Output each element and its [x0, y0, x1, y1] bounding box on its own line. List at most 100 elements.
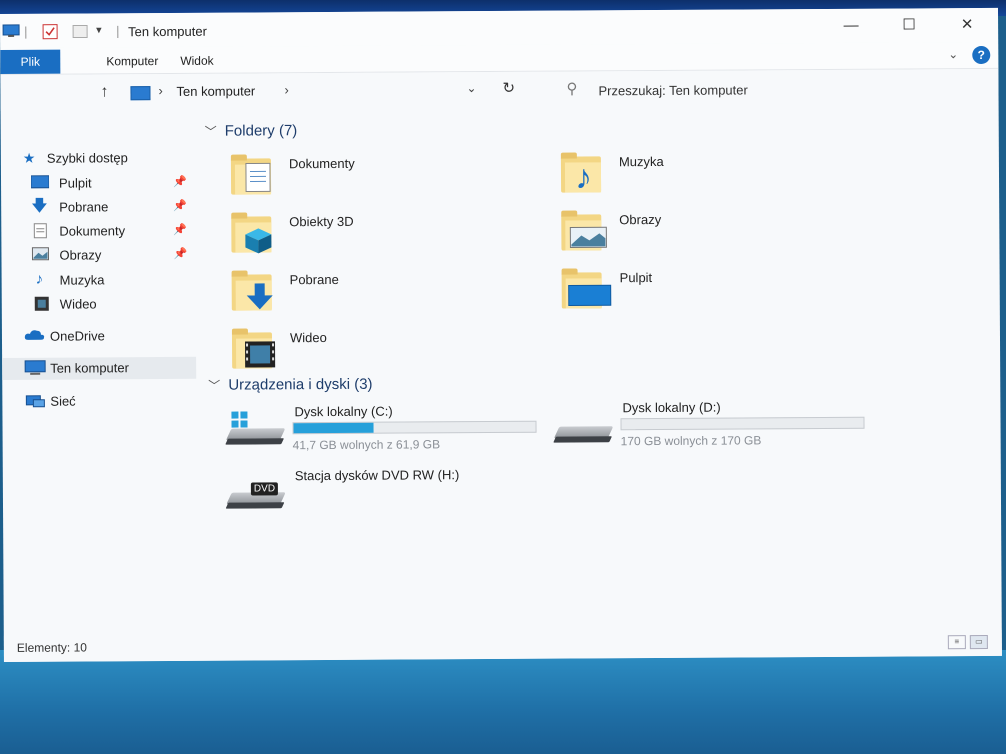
drive-usage-bar — [620, 416, 865, 431]
tab-view[interactable]: Widok — [180, 49, 213, 73]
folder-tile-pictures[interactable]: Obrazy — [561, 207, 861, 261]
drive-tile-dvd[interactable]: DVD Stacja dysków DVD RW (H:) — [225, 467, 559, 525]
desktop-folder-icon — [561, 268, 612, 309]
folder-tile-desktop[interactable]: Pulpit — [561, 265, 862, 319]
folder-label: Muzyka — [618, 153, 664, 170]
expand-ribbon-icon[interactable]: ⌄ — [948, 47, 958, 61]
large-icons-view-icon[interactable]: ▭ — [969, 634, 988, 650]
folder-tile-videos[interactable]: Wideo — [231, 325, 532, 379]
folders-section-header[interactable]: ﹀ Foldery (7) — [205, 122, 298, 140]
sidebar-item-documents[interactable]: Dokumenty 📌 — [1, 220, 195, 243]
music-folder-icon: ♪ — [560, 152, 603, 196]
pin-icon[interactable]: 📌 — [173, 199, 187, 212]
close-button[interactable]: ✕ — [944, 12, 990, 38]
hard-drive-icon — [553, 414, 614, 443]
drive-tile-d[interactable]: Dysk lokalny (D:) 170 GB wolnych z 170 G… — [553, 399, 886, 457]
up-arrow-icon[interactable]: ↑ — [100, 83, 108, 101]
drive-tile-c[interactable]: Dysk lokalny (C:) 41,7 GB wolnych z 61,9… — [225, 403, 558, 461]
music-icon: ♪ — [35, 270, 44, 288]
folder-tile-documents[interactable]: Dokumenty — [230, 151, 531, 205]
section-title: Urządzenia i dyski (3) — [228, 375, 373, 394]
drive-free-space: 170 GB wolnych z 170 GB — [620, 433, 762, 449]
drive-name: Stacja dysków DVD RW (H:) — [294, 467, 460, 484]
drive-usage-bar — [292, 420, 537, 435]
desktop-background — [0, 650, 1006, 754]
star-icon: ★ — [22, 149, 36, 166]
separator-icon: | — [24, 23, 28, 39]
properties-icon[interactable] — [42, 24, 58, 43]
chevron-down-icon: ﹀ — [204, 124, 217, 139]
minimize-button[interactable]: — — [828, 13, 874, 39]
system-drive-icon — [225, 411, 286, 445]
sidebar-item-desktop[interactable]: Pulpit 📌 — [1, 172, 195, 195]
folder-tile-3d-objects[interactable]: Obiekty 3D — [231, 209, 531, 263]
sidebar-item-label: Pulpit — [58, 175, 92, 191]
breadcrumb-chevron-icon[interactable]: › — [284, 82, 288, 97]
help-button[interactable]: ? — [972, 45, 991, 65]
desktop-icon — [30, 175, 50, 191]
videos-folder-icon — [231, 328, 276, 369]
file-explorer-window: | ▾ | Ten komputer — ☐ ✕ Plik Komputer W… — [0, 7, 1002, 662]
new-folder-icon[interactable] — [72, 23, 88, 42]
navigation-pane: ★ Szybki dostęp Pulpit 📌 🡇 Pobrane 📌 Dok… — [1, 131, 200, 632]
picture-icon — [31, 247, 50, 263]
sidebar-item-label: Wideo — [59, 296, 97, 312]
sidebar-item-downloads[interactable]: 🡇 Pobrane 📌 — [1, 196, 195, 219]
sidebar-item-label: Muzyka — [59, 272, 105, 288]
sidebar-item-videos[interactable]: Wideo — [2, 293, 196, 316]
devices-section-header[interactable]: ﹀ Urządzenia i dyski (3) — [208, 376, 372, 394]
sidebar-item-label: Pobrane — [59, 199, 109, 215]
computer-icon — [130, 86, 151, 101]
sidebar-item-label: Dokumenty — [59, 223, 126, 239]
tab-file[interactable]: Plik — [0, 49, 61, 74]
network-icon — [24, 393, 45, 409]
computer-icon — [24, 360, 46, 376]
sidebar-item-pictures[interactable]: Obrazy 📌 — [1, 244, 195, 267]
pin-icon[interactable]: 📌 — [173, 175, 187, 188]
folder-label: Obiekty 3D — [289, 213, 354, 230]
sidebar-item-label: OneDrive — [49, 328, 105, 344]
video-icon — [34, 296, 52, 312]
drive-name: Dysk lokalny (D:) — [622, 399, 721, 416]
sidebar-item-music[interactable]: ♪ Muzyka — [2, 269, 196, 292]
sidebar-item-quick-access[interactable]: ★ Szybki dostęp — [1, 147, 195, 170]
sidebar-item-network[interactable]: Sieć — [2, 390, 196, 413]
section-title: Foldery (7) — [224, 122, 298, 140]
sidebar-item-label: Szybki dostęp — [46, 150, 128, 166]
downloads-folder-icon — [231, 270, 274, 311]
dvd-drive-icon: DVD — [225, 480, 286, 509]
drive-usage-fill — [293, 422, 374, 434]
search-icon: ⚲ — [566, 80, 578, 98]
sidebar-item-this-pc[interactable]: Ten komputer — [2, 356, 197, 380]
sidebar-item-onedrive[interactable]: OneDrive — [2, 325, 196, 348]
folder-label: Wideo — [289, 330, 327, 346]
item-count: Elementy: 10 — [16, 640, 87, 655]
breadcrumb-chevron-icon[interactable]: › — [158, 83, 162, 98]
window-title: Ten komputer — [128, 23, 207, 40]
pictures-folder-icon — [561, 210, 607, 251]
cloud-icon — [24, 328, 45, 344]
address-dropdown-icon[interactable]: ⌄ — [466, 81, 476, 95]
search-input[interactable] — [596, 77, 981, 102]
folder-tile-music[interactable]: ♪ Muzyka — [560, 149, 861, 203]
breadcrumb[interactable]: Ten komputer — [176, 83, 255, 98]
address-bar: ↑ › Ten komputer › ⌄ ↻ ⚲ — [0, 68, 999, 111]
3d-objects-folder-icon — [231, 212, 273, 254]
pin-icon[interactable]: 📌 — [173, 223, 187, 236]
folder-tile-downloads[interactable]: Pobrane — [231, 267, 532, 321]
sidebar-item-label: Obrazy — [59, 247, 102, 263]
documents-folder-icon — [230, 154, 273, 195]
dvd-label: DVD — [250, 482, 279, 496]
folder-label: Dokumenty — [288, 155, 355, 172]
tab-computer[interactable]: Komputer — [106, 49, 158, 73]
pin-icon[interactable]: 📌 — [173, 247, 187, 260]
details-view-icon[interactable]: ≡ — [947, 635, 966, 650]
download-icon: 🡇 — [31, 197, 48, 215]
maximize-button[interactable]: ☐ — [886, 12, 932, 38]
drive-name: Dysk lokalny (C:) — [294, 403, 393, 420]
sidebar-item-label: Sieć — [50, 393, 76, 409]
quick-access-toolbar-dropdown-icon[interactable]: ▾ — [96, 23, 102, 36]
sidebar-item-label: Ten komputer — [50, 360, 129, 376]
refresh-icon[interactable]: ↻ — [502, 79, 515, 97]
folder-label: Pulpit — [619, 270, 653, 286]
